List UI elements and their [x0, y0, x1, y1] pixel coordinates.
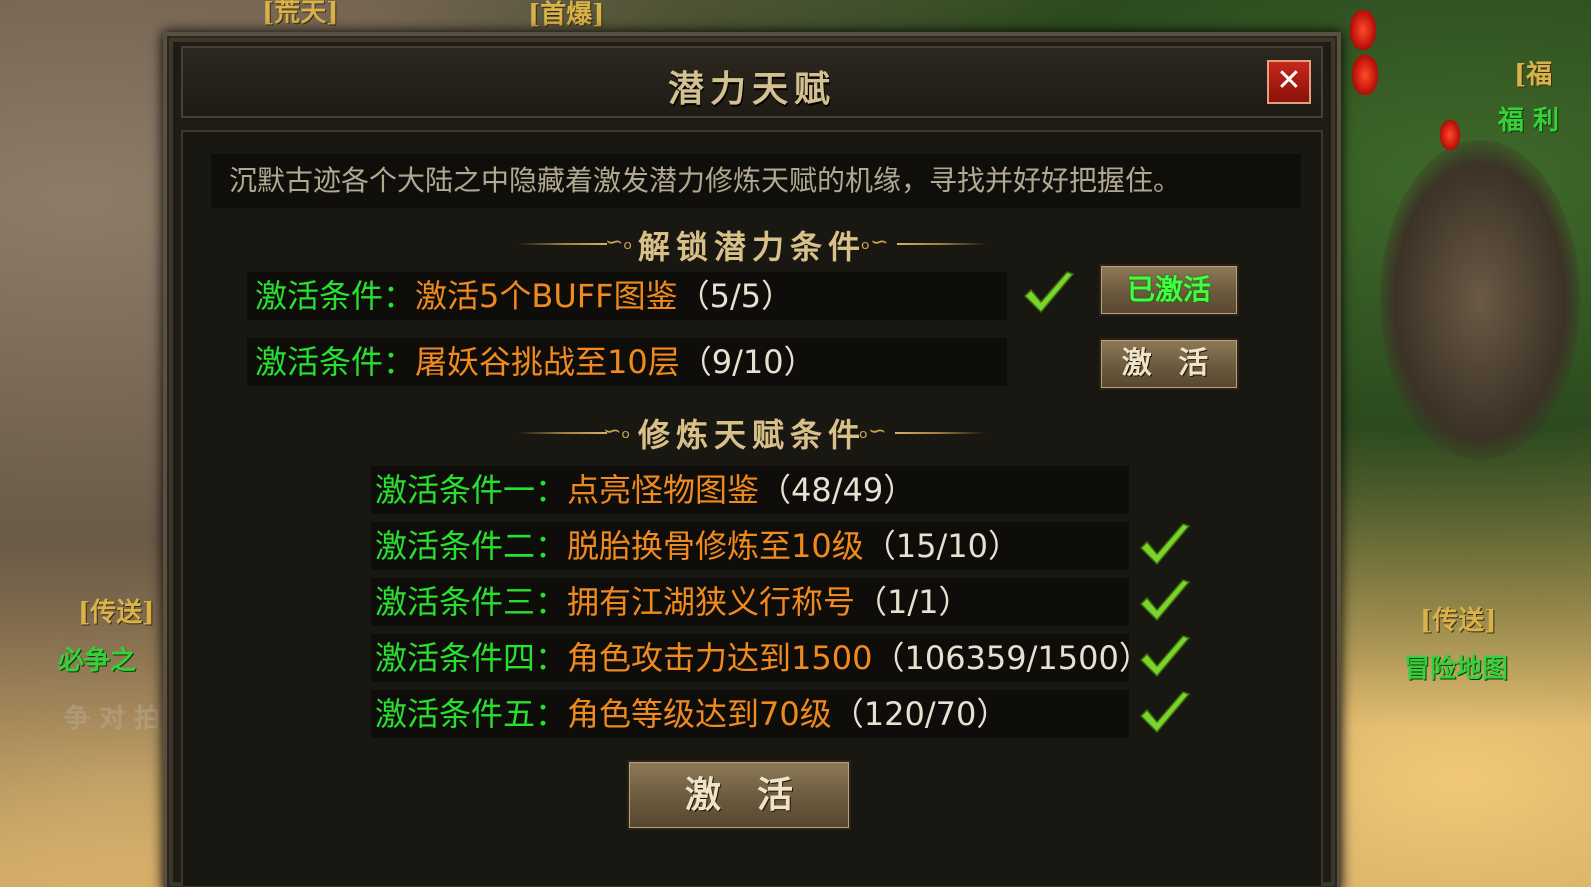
condition-label: 激活条件一： [375, 471, 568, 509]
game-scene: [荒天] [首爆] [福 福 利 [传送] 必争之 争 对 拍 [传送] 冒险地… [0, 0, 1591, 887]
check-icon [1023, 271, 1075, 314]
condition-progress: （120/70） [831, 695, 1009, 733]
condition-label: 激活条件四： [375, 639, 568, 677]
dialog-title: 潜力天赋 [667, 68, 836, 110]
cultivate-condition-row: 激活条件一：点亮怪物图鉴（48/49） [371, 466, 1129, 514]
lantern-decoration [1350, 10, 1376, 50]
cultivate-condition-row: 激活条件四：角色攻击力达到1500（106359/1500） [371, 634, 1151, 682]
left-faint-label: 争 对 拍 [64, 704, 161, 734]
condition-requirement: 角色攻击力达到1500 [567, 639, 873, 677]
world-label-right-top-sub[interactable]: 福 利 [1498, 100, 1559, 137]
ornament-curl-right: ₒ∽ [859, 419, 887, 444]
check-icon [1139, 523, 1191, 566]
condition-requirement: 点亮怪物图鉴 [567, 471, 760, 509]
condition-requirement: 屠妖谷挑战至10层 [415, 343, 680, 381]
activate-talent-button[interactable]: 激 活 [627, 760, 851, 830]
check-icon [1139, 579, 1191, 622]
right-teleport-name[interactable]: 冒险地图 [1404, 648, 1508, 685]
condition-label: 激活条件五： [375, 695, 568, 733]
ornament-line-right [895, 432, 985, 434]
dialog-description: 沉默古迹各个大陆之中隐藏着激发潜力修炼天赋的机缘，寻找并好好把握住。 [211, 154, 1301, 208]
dialog-title-bar[interactable]: 潜力天赋 ✕ [181, 46, 1323, 118]
cultivate-condition-row: 激活条件五：角色等级达到70级（120/70） [371, 690, 1129, 738]
world-label-right-top[interactable]: [福 [1514, 54, 1552, 91]
condition-progress: （106359/1500） [872, 639, 1151, 677]
world-label-top-left[interactable]: [荒天] [262, 0, 339, 29]
condition-requirement: 拥有江湖狭义行称号 [567, 583, 856, 621]
tree-decoration [1380, 140, 1580, 460]
condition-requirement: 激活5个BUFF图鉴 [415, 277, 678, 315]
cultivate-condition-row: 激活条件二：脱胎换骨修炼至10级（15/10） [371, 522, 1129, 570]
unlock-section-title: 解锁潜力条件 [637, 228, 866, 266]
condition-label: 激活条件： [255, 343, 416, 381]
condition-requirement: 脱胎换骨修炼至10级 [567, 527, 864, 565]
condition-progress: （5/5） [677, 277, 794, 315]
world-label-top-center[interactable]: [首爆] [528, 0, 605, 31]
unlock-condition-row: 激活条件：屠妖谷挑战至10层（9/10） [247, 338, 1007, 386]
check-icon [1139, 635, 1191, 678]
unlock-condition-row: 激活条件：激活5个BUFF图鉴（5/5） [247, 272, 1007, 320]
check-icon [1139, 691, 1191, 734]
left-teleport-label[interactable]: [传送] [78, 592, 155, 629]
right-teleport-label[interactable]: [传送] [1420, 600, 1497, 637]
lantern-decoration [1440, 120, 1460, 150]
condition-progress: （9/10） [679, 343, 816, 381]
potential-talent-dialog: 潜力天赋 ✕ 沉默古迹各个大陆之中隐藏着激发潜力修炼天赋的机缘，寻找并好好把握住… [163, 32, 1341, 887]
ornament-curl-right: ₒ∽ [861, 230, 889, 255]
condition-requirement: 角色等级达到70级 [567, 695, 832, 733]
activated-button[interactable]: 已激活 [1099, 264, 1239, 316]
condition-progress: （1/1） [855, 583, 971, 621]
close-icon: ✕ [1276, 63, 1302, 98]
activate-unlock-button[interactable]: 激 活 [1099, 338, 1239, 390]
condition-label: 激活条件二： [375, 527, 568, 565]
cultivate-condition-row: 激活条件三：拥有江湖狭义行称号（1/1） [371, 578, 1129, 626]
condition-progress: （48/49） [759, 471, 916, 509]
lantern-decoration [1352, 55, 1378, 95]
condition-label: 激活条件三： [375, 583, 568, 621]
left-teleport-name[interactable]: 必争之 [58, 640, 136, 677]
close-button[interactable]: ✕ [1267, 60, 1311, 104]
ornament-line-right [897, 243, 987, 245]
condition-label: 激活条件： [255, 277, 416, 315]
cultivate-section-title: 修炼天赋条件 [637, 416, 866, 454]
condition-progress: （15/10） [863, 527, 1020, 565]
